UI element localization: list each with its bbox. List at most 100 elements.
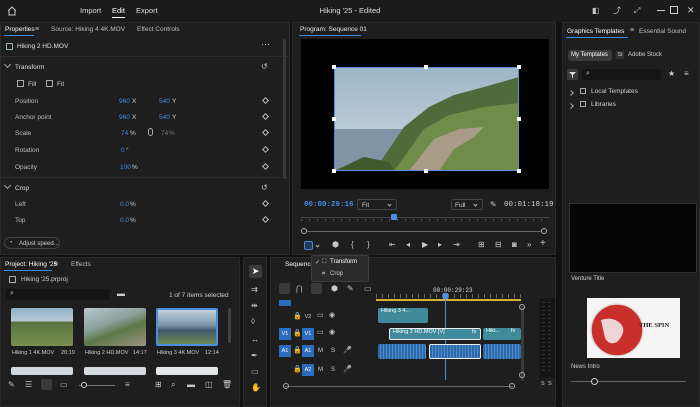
crop-top-value[interactable]: 0.0: [120, 217, 129, 224]
automate-icon[interactable]: ⊞: [155, 381, 162, 389]
clip-thumbnail[interactable]: [11, 367, 73, 375]
keyframe-icon[interactable]: [261, 128, 270, 137]
slider-handle[interactable]: [591, 378, 598, 385]
resize-handle[interactable]: [517, 117, 521, 121]
new-bin-icon[interactable]: ▬: [117, 290, 125, 298]
filter-icon[interactable]: [567, 69, 578, 80]
horizontal-zoom-bar[interactable]: [285, 386, 513, 387]
minimize-icon[interactable]: [657, 10, 665, 11]
fit-label[interactable]: Fit: [57, 81, 64, 88]
chevron-down-icon[interactable]: [315, 243, 320, 248]
step-forward-icon[interactable]: ▸: [438, 241, 442, 249]
checkbox[interactable]: [580, 101, 586, 107]
scrollbar[interactable]: [283, 39, 286, 179]
lift-icon[interactable]: ⊞: [478, 241, 485, 249]
keyframe-icon[interactable]: [261, 96, 270, 105]
anchor-x-value[interactable]: 960: [119, 114, 130, 121]
fit-icon[interactable]: [46, 80, 53, 87]
link-icon[interactable]: [148, 128, 153, 136]
more-icon[interactable]: »: [527, 241, 531, 249]
audio-clip-selected[interactable]: [429, 344, 481, 359]
hand-tool-icon[interactable]: ✋: [251, 384, 261, 392]
zoom-handle[interactable]: [509, 383, 515, 389]
crop-chevron-icon[interactable]: [3, 181, 12, 190]
magnet-icon[interactable]: ⋂: [296, 285, 303, 293]
solo-button[interactable]: S: [331, 348, 335, 354]
tab-essential-sound[interactable]: Essential Sound: [639, 28, 686, 35]
program-scrubber[interactable]: [301, 217, 549, 218]
extract-icon[interactable]: ⊟: [495, 241, 502, 249]
clip-v2[interactable]: Hiking 3 4...: [378, 308, 428, 323]
transform-chevron-icon[interactable]: [3, 60, 12, 69]
template-thumb-news[interactable]: THE SPIN: [587, 298, 680, 358]
template-thumb-venture[interactable]: [569, 203, 697, 273]
lock-icon[interactable]: 🔒: [293, 313, 302, 321]
track-label-v2[interactable]: V2: [302, 311, 314, 323]
captions-icon[interactable]: ▭: [364, 285, 372, 293]
selection-tool-icon[interactable]: ➤: [249, 265, 262, 278]
snap-icon[interactable]: [279, 283, 290, 294]
reset-crop-icon[interactable]: ↺: [261, 184, 268, 192]
source-v1[interactable]: V1: [279, 328, 291, 340]
resize-handle[interactable]: [517, 65, 521, 69]
dropdown-menu[interactable]: ✓ ⛶ Transform ⌗ Crop: [311, 255, 369, 282]
linked-selection-icon[interactable]: [311, 283, 322, 294]
clip-v1-selected[interactable]: Hiking 2 HD.MOV [V] fx: [389, 328, 481, 340]
project-search-input[interactable]: ⌕: [6, 289, 109, 300]
step-back-icon[interactable]: ◂: [406, 241, 410, 249]
keyframe-icon[interactable]: [261, 145, 270, 154]
resize-handle[interactable]: [332, 117, 336, 121]
zoom-handle[interactable]: [283, 383, 289, 389]
clip-thumbnail[interactable]: [156, 308, 218, 346]
trash-icon[interactable]: 🗑: [222, 381, 232, 389]
resize-handle[interactable]: [424, 169, 428, 173]
scrub-end-handle[interactable]: [541, 228, 547, 234]
find-icon[interactable]: ⌕: [171, 381, 175, 389]
track-select-icon[interactable]: ⇉: [251, 286, 258, 294]
go-to-out-icon[interactable]: ⇥: [453, 241, 460, 249]
camera-icon[interactable]: ◙: [512, 241, 517, 249]
icon-view-icon[interactable]: [41, 379, 52, 390]
track-label-a2[interactable]: A2: [302, 364, 314, 376]
video-viewer[interactable]: [301, 39, 549, 189]
tab-effect-controls[interactable]: Effect Controls: [137, 26, 180, 33]
timeline-scrollbar[interactable]: [521, 306, 524, 381]
crop-left-value[interactable]: 0.0: [120, 201, 129, 208]
maximize-icon[interactable]: [670, 6, 678, 14]
clip-v1[interactable]: Hiki... fx: [483, 328, 521, 340]
menu-item-transform[interactable]: Transform: [330, 259, 357, 265]
toggle-sync-icon[interactable]: ▭: [317, 329, 324, 337]
share-icon[interactable]: ⤴: [613, 7, 621, 15]
my-templates-button[interactable]: My Templates: [568, 50, 612, 61]
slider-handle[interactable]: [81, 382, 87, 388]
resize-handle[interactable]: [332, 65, 336, 69]
razor-icon[interactable]: ◊: [251, 318, 255, 326]
position-y-value[interactable]: 540: [159, 98, 170, 105]
position-x-value[interactable]: 960: [119, 98, 130, 105]
quality-select[interactable]: Full: [451, 199, 483, 210]
fill-label[interactable]: Fill: [28, 81, 36, 88]
scroll-handle[interactable]: [519, 372, 525, 378]
new-item-icon[interactable]: ◫: [205, 381, 213, 389]
zoom-scrollbar[interactable]: [307, 231, 541, 232]
lock-icon[interactable]: 🔒: [293, 366, 302, 374]
tab-effects[interactable]: Effects: [71, 261, 91, 268]
ripple-edit-icon[interactable]: ⇹: [251, 302, 258, 310]
scroll-handle[interactable]: [519, 304, 525, 310]
add-marker-icon[interactable]: ⬢: [331, 285, 338, 293]
resize-handle[interactable]: [517, 169, 521, 173]
safe-margins-icon[interactable]: [304, 241, 313, 250]
zoom-select[interactable]: Fit: [357, 199, 397, 210]
resize-handle[interactable]: [424, 65, 428, 69]
playhead-marker[interactable]: [391, 214, 397, 220]
time-ruler[interactable]: [376, 294, 521, 298]
adobe-stock-button[interactable]: St Adobe Stock: [614, 50, 666, 61]
mute-button[interactable]: M: [318, 367, 323, 373]
fill-icon[interactable]: [17, 80, 24, 87]
keyframe-icon[interactable]: [261, 215, 270, 224]
tab-graphics-templates[interactable]: Graphics Templates: [567, 28, 624, 35]
keyframe-icon[interactable]: [261, 162, 270, 171]
more-options-icon[interactable]: ⋯: [261, 40, 270, 49]
play-icon[interactable]: ▶: [422, 241, 428, 249]
source-a1[interactable]: A1: [279, 345, 291, 357]
